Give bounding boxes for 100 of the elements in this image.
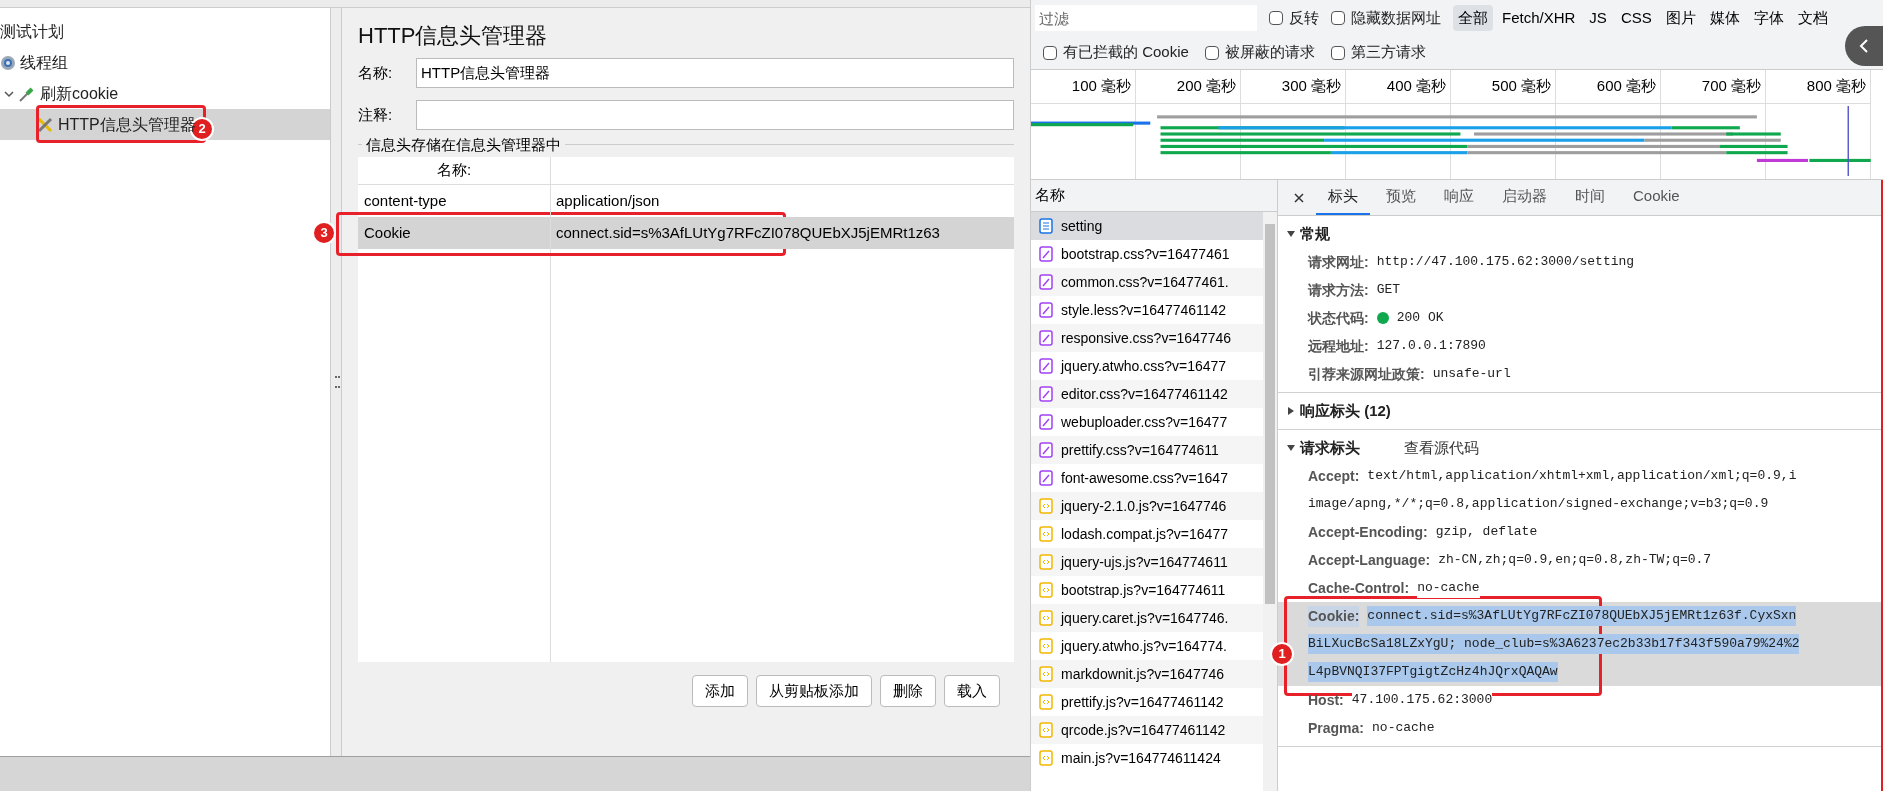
header-value: connect.sid=s%3AfLUtYg7RFcZI078QUEbXJ5jEMRt1z63f.CyxSxn	[1367, 606, 1797, 626]
document-icon	[1039, 218, 1053, 234]
pen-file-icon	[1039, 274, 1053, 290]
timeline-tick: 300 毫秒	[1241, 70, 1345, 104]
panel-title: HTTP信息头管理器	[358, 21, 549, 50]
toolbar-button[interactable]: 从剪贴板添加	[756, 675, 872, 707]
chevron-icon[interactable]	[4, 88, 14, 99]
request-row[interactable]: responsive.css?v=1647746	[1031, 324, 1263, 352]
group-title: 信息头存储在信息头管理器中	[362, 135, 565, 155]
details-tab[interactable]: 标头	[1316, 180, 1370, 215]
table-cell-text: application/json	[555, 190, 660, 211]
type-filter-button[interactable]: CSS	[1615, 5, 1657, 31]
timeline-tick: 800 毫秒	[1766, 70, 1870, 104]
timeline-tick: 700 毫秒	[1661, 70, 1765, 104]
request-row[interactable]: qrcode.js?v=16477461142	[1031, 716, 1263, 744]
tree-item[interactable]: 测试计划	[0, 16, 330, 47]
toolbar-button[interactable]: 载入	[944, 675, 1000, 707]
request-row[interactable]: markdownit.js?v=1647746	[1031, 660, 1263, 688]
filter-checkbox[interactable]: 反转	[1269, 6, 1319, 30]
toolbar-button[interactable]: 添加	[692, 675, 748, 707]
section-title[interactable]: 响应标头 (12)	[1300, 399, 1391, 423]
section-title[interactable]: 请求标头	[1300, 436, 1360, 460]
type-filter-button[interactable]: JS	[1584, 5, 1612, 31]
request-row[interactable]: jquery-2.1.0.js?v=1647746	[1031, 492, 1263, 520]
tree-item[interactable]: 刷新cookie	[0, 78, 330, 109]
checkbox[interactable]	[1269, 11, 1283, 25]
timeline-tick: 100 毫秒	[1031, 70, 1135, 104]
header-name: Cache-Control:	[1308, 578, 1410, 598]
filter-checkbox[interactable]: 被屏蔽的请求	[1204, 41, 1315, 64]
section-title[interactable]: 常规	[1300, 222, 1330, 246]
gear-icon	[0, 54, 16, 71]
view-source-link[interactable]: 查看源代码	[1404, 436, 1479, 460]
header-name: 请求网址:	[1308, 252, 1369, 272]
details-tab[interactable]: 时间	[1563, 180, 1617, 215]
header-name: Pragma:	[1308, 718, 1365, 738]
header-name: Cookie:	[1308, 605, 1360, 627]
type-filter-button[interactable]: Fetch/XHR	[1497, 5, 1581, 31]
header-value: BiLXucBcSa18LZxYgU; node_club=s%3A6237ec2b33b17f343f590a79%24%2	[1308, 634, 1800, 654]
request-row[interactable]: setting	[1031, 212, 1263, 240]
checkbox[interactable]	[1204, 45, 1219, 60]
table-row[interactable]: Cookie connect.sid=s%3AfLUtYg7RFcZI078QUEbXJ5jEMRt1z63	[358, 217, 1014, 249]
checkbox[interactable]	[1043, 45, 1057, 60]
filter-checkbox[interactable]: 第三方请求	[1330, 41, 1426, 64]
code-file-icon	[1039, 638, 1053, 654]
list-header[interactable]: 名称	[1031, 180, 1277, 212]
type-filter-button[interactable]: 字体	[1748, 5, 1789, 31]
details-tab[interactable]: 启动器	[1490, 180, 1559, 215]
filter-checkbox[interactable]: 隐藏数据网址	[1331, 6, 1441, 30]
checkbox[interactable]	[1330, 45, 1345, 60]
code-file-icon	[1039, 526, 1053, 542]
type-filter-button[interactable]: 文档	[1792, 5, 1833, 31]
column-header[interactable]: 名称:	[358, 157, 551, 184]
name-field[interactable]: HTTP信息头管理器	[416, 58, 1014, 88]
triangle-icon[interactable]	[1286, 229, 1296, 239]
type-filter-button[interactable]: 图片	[1660, 5, 1701, 31]
type-filter-button[interactable]: 媒体	[1704, 5, 1745, 31]
request-row[interactable]: jquery-ujs.js?v=164774611	[1031, 548, 1263, 576]
step-number-badge: 1	[1270, 642, 1294, 666]
header-name: 状态代码:	[1308, 308, 1369, 328]
request-row[interactable]: jquery.caret.js?v=1647746.	[1031, 604, 1263, 632]
pen-file-icon	[1039, 470, 1053, 486]
code-file-icon	[1039, 582, 1053, 598]
pen-file-icon	[1039, 330, 1053, 346]
header-name: Host:	[1308, 690, 1344, 710]
request-row[interactable]: common.css?v=16477461.	[1031, 268, 1263, 296]
filter-field[interactable]: 过滤	[1035, 5, 1257, 31]
header-name: 引荐来源网址政策:	[1308, 364, 1425, 384]
request-row[interactable]: prettify.css?v=164774611	[1031, 436, 1263, 464]
header-name: Accept-Language:	[1308, 550, 1431, 570]
triangle-icon[interactable]	[1286, 406, 1296, 416]
checkbox[interactable]	[1331, 11, 1345, 25]
type-filter-button[interactable]: 全部	[1453, 5, 1493, 31]
header-value: L4pBVNQI37FPTgigtZcHz4hJQrxQAQAw	[1308, 662, 1558, 682]
request-row[interactable]: editor.css?v=16477461142	[1031, 380, 1263, 408]
timeline-tick: 500 毫秒	[1451, 70, 1555, 104]
details-tab[interactable]: 预览	[1374, 180, 1428, 215]
comment-field[interactable]	[416, 100, 1014, 130]
filter-checkbox[interactable]: 有已拦截的 Cookie	[1043, 41, 1189, 64]
timeline-tick: 400 毫秒	[1346, 70, 1450, 104]
scrollbar-icon[interactable]	[1263, 212, 1277, 791]
header-name: 远程地址:	[1308, 336, 1369, 356]
code-file-icon	[1039, 694, 1053, 710]
timeline-tick: 600 毫秒	[1556, 70, 1660, 104]
pen-file-icon	[1039, 302, 1053, 318]
splitter-handle-icon[interactable]	[334, 376, 338, 388]
pen-file-icon	[1039, 246, 1053, 262]
wrench-screwdriver-icon	[36, 115, 54, 134]
toolbar-button[interactable]: 删除	[880, 675, 936, 707]
code-file-icon	[1039, 610, 1053, 626]
collapse-button[interactable]	[1845, 26, 1883, 66]
field-label: 名称:	[358, 62, 394, 83]
triangle-icon[interactable]	[1286, 443, 1296, 453]
tree-item[interactable]: 线程组	[0, 47, 330, 78]
field-label: 注释:	[358, 104, 394, 125]
code-file-icon	[1039, 498, 1053, 514]
header-name: Accept:	[1308, 466, 1360, 486]
details-tab[interactable]: 响应	[1432, 180, 1486, 215]
code-file-icon	[1039, 722, 1053, 738]
chevron-left-icon	[1859, 39, 1869, 53]
details-tab[interactable]: Cookie	[1621, 180, 1692, 215]
